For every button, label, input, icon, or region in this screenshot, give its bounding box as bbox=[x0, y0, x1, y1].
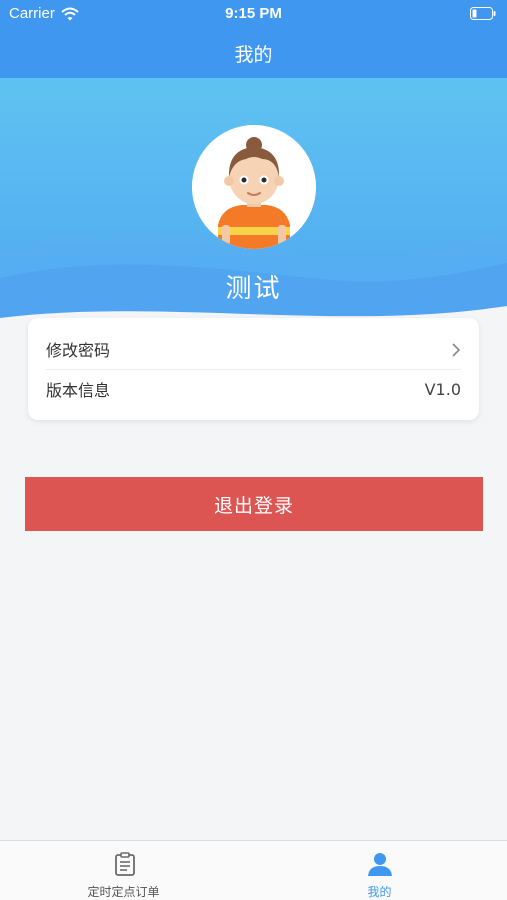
nav-bar: 我的 bbox=[0, 28, 507, 78]
profile-screen: Carrier 9:15 PM 我的 测试 修改密码 版本信息 V1.0 退出登… bbox=[0, 0, 507, 900]
child-avatar-icon bbox=[192, 125, 316, 249]
tab-scheduled-orders[interactable]: 定时定点订单 bbox=[0, 841, 253, 900]
status-time: 9:15 PM bbox=[225, 5, 282, 22]
version-value: V1.0 bbox=[424, 379, 461, 399]
tab-bar: 定时定点订单 我的 bbox=[0, 840, 507, 900]
profile-header: 测试 bbox=[0, 78, 507, 338]
change-password-label: 修改密码 bbox=[46, 341, 111, 360]
clipboard-icon bbox=[112, 851, 138, 877]
battery-icon bbox=[470, 7, 496, 20]
version-info-row: 版本信息 V1.0 bbox=[46, 369, 461, 409]
tab-mine[interactable]: 我的 bbox=[254, 841, 507, 900]
status-bar: Carrier 9:15 PM bbox=[0, 0, 507, 28]
chevron-right-icon bbox=[451, 342, 461, 357]
tab-label-scheduled-orders: 定时定点订单 bbox=[87, 885, 160, 899]
username: 测试 bbox=[225, 274, 282, 304]
avatar[interactable] bbox=[192, 125, 316, 249]
page-title: 我的 bbox=[234, 44, 273, 66]
settings-card: 修改密码 版本信息 V1.0 bbox=[28, 318, 479, 420]
logout-button[interactable]: 退出登录 bbox=[25, 477, 483, 531]
tab-label-mine: 我的 bbox=[367, 885, 392, 899]
version-info-label: 版本信息 bbox=[46, 381, 111, 400]
person-icon bbox=[367, 851, 393, 877]
change-password-row[interactable]: 修改密码 bbox=[46, 329, 461, 369]
